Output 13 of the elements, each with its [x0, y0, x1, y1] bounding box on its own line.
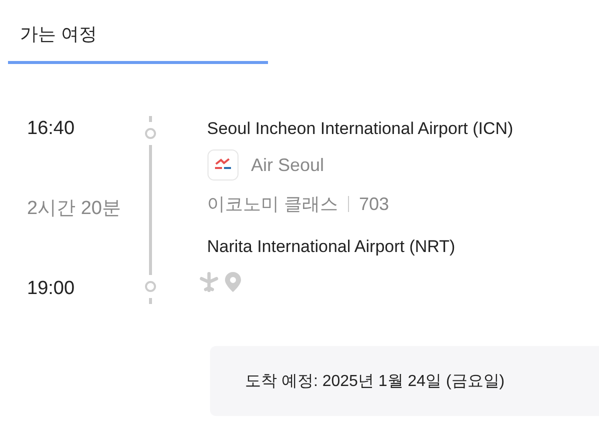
flight-number: 703: [359, 194, 390, 214]
arrival-airport: Narita International Airport (NRT): [207, 237, 456, 257]
airline-name: Air Seoul: [251, 154, 324, 176]
arrival-date: 도착 예정: 2025년 1월 24일 (금요일): [245, 372, 505, 392]
airline-logo-icon: [207, 149, 239, 181]
location-pin-icon: [225, 272, 241, 292]
flight-duration: 2시간 20분: [27, 197, 122, 221]
departure-airport: Seoul Incheon International Airport (ICN): [207, 119, 514, 139]
arrival-time: 19:00: [27, 278, 76, 300]
cabin-class: 이코노미 클래스: [207, 193, 338, 216]
plane-icon: [199, 272, 219, 292]
tab[interactable]: 가는 여정: [8, 0, 268, 64]
departure-time: 16:40: [27, 118, 76, 140]
